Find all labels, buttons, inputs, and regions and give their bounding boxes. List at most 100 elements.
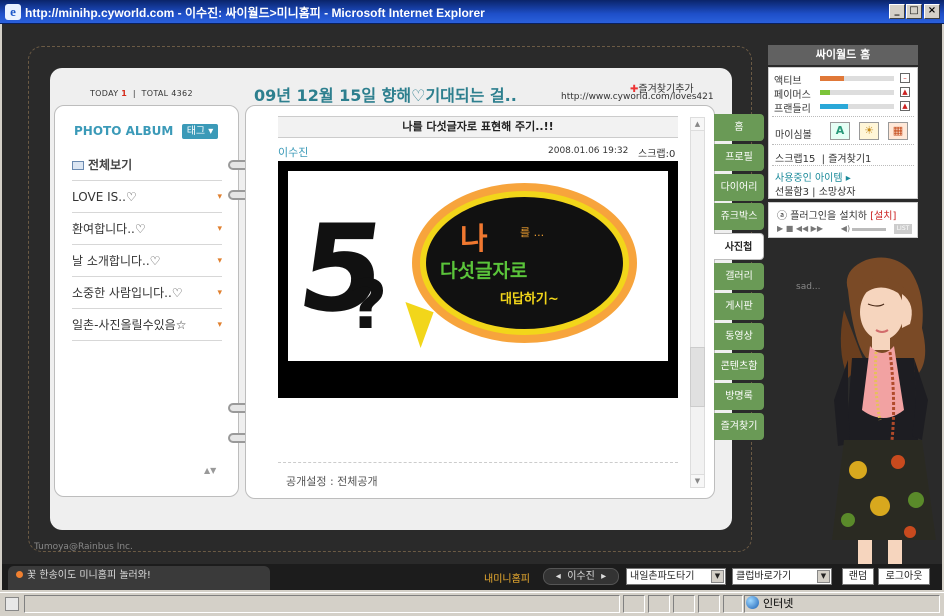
post-date: 2008.01.06 19:32: [548, 146, 629, 156]
next-icon[interactable]: ▶▶: [811, 224, 823, 233]
page-headline: 09년 12월 15일 향해♡기대되는 걸..: [254, 86, 517, 105]
album-folder[interactable]: 소중한 사람입니다..♡ ▾: [72, 277, 222, 309]
scroll-thumb[interactable]: [690, 347, 705, 407]
up-arrow-icon[interactable]: ▲: [900, 101, 910, 111]
chevron-down-icon: ▾: [217, 256, 222, 266]
tab-board[interactable]: 게시판: [714, 293, 764, 320]
status-cell: [673, 595, 695, 613]
tab-favorites[interactable]: 즐겨찾기: [714, 413, 764, 440]
ie-icon: e: [5, 4, 21, 20]
copyright-text: Tumoya@Rainbus Inc.: [34, 542, 133, 552]
using-items-link[interactable]: 사용중인 아이템 ▸: [775, 169, 851, 184]
close-button[interactable]: ×: [924, 4, 940, 19]
tab-diary[interactable]: 다이어리: [714, 174, 764, 201]
club-shortcut-select[interactable]: 클럽바로가기 ▼: [732, 568, 832, 585]
photo-text-line3: 대답하기~: [500, 292, 559, 307]
minus-icon[interactable]: –: [900, 73, 910, 83]
chevron-down-icon[interactable]: ▼: [817, 570, 830, 583]
album-folder[interactable]: 일촌-사진올릴수있음☆ ▾: [72, 309, 222, 341]
post-scrollbar[interactable]: [690, 117, 705, 488]
volume-slider[interactable]: [852, 228, 886, 231]
maximize-button[interactable]: □: [906, 4, 922, 19]
today-label: TODAY: [90, 89, 119, 98]
total-count: 4362: [171, 89, 193, 98]
miniroom-character-illustration: [832, 257, 936, 564]
divider: [772, 116, 914, 117]
install-button[interactable]: [설치]: [870, 211, 896, 222]
playlist-button[interactable]: LIST: [894, 224, 912, 234]
ilchon-wave-select[interactable]: 내일촌파도타기 ▼: [626, 568, 726, 585]
globe-icon: [746, 596, 759, 609]
visibility-setting: 공개설정 : 전체공개: [286, 475, 378, 488]
divider: [278, 462, 678, 463]
notice-text[interactable]: 꽃 한송이도 미니홈피 놀러와!: [16, 566, 151, 581]
visitor-counter: TODAY 1 | TOTAL 4362: [90, 89, 193, 98]
window-title: http://minihp.cyworld.com - 이수진: 싸이월드>미니…: [25, 6, 485, 20]
music-player-controls[interactable]: ▶ ■ ◀◀ ▶▶ ◀): [777, 224, 850, 233]
my-minihompy-link[interactable]: 내미니홈피: [484, 570, 530, 585]
photo-text-na: 나: [460, 222, 488, 257]
chevron-down-icon: ▾: [217, 288, 222, 298]
mood-text: sad...: [796, 282, 821, 292]
random-button[interactable]: 랜덤: [842, 568, 874, 585]
scrap-favorites[interactable]: 스크랩15 | 즐겨찾기1: [775, 150, 871, 165]
tag-dropdown-button[interactable]: 태그 ▾: [182, 124, 218, 139]
tab-contents[interactable]: 콘텐츠함: [714, 353, 764, 380]
chevron-down-icon[interactable]: ▼: [711, 570, 724, 583]
today-count: 1: [121, 89, 128, 98]
chevron-down-icon: ▾: [217, 224, 222, 234]
tab-gallery[interactable]: 갤러리: [714, 263, 764, 290]
cyworld-home-button[interactable]: 싸이월드 홈: [768, 45, 918, 65]
folder-icon: [72, 161, 84, 170]
symbol-building-icon[interactable]: ▦: [888, 122, 908, 140]
status-cell: [648, 595, 670, 613]
tab-photo-album[interactable]: 사진첩: [714, 233, 764, 260]
tab-jukebox[interactable]: 쥬크박스: [714, 203, 764, 230]
scrap-count[interactable]: 스크랩:0: [638, 145, 675, 160]
scroll-up-icon[interactable]: ▲: [690, 117, 705, 131]
stat-active-label: 액티브: [774, 76, 802, 87]
chevron-down-icon: ▾: [217, 192, 222, 202]
photo-text-reul: 를 ...: [520, 226, 545, 239]
symbol-a-icon[interactable]: A: [830, 122, 850, 140]
tab-profile[interactable]: 프로필: [714, 144, 764, 171]
album-view-all[interactable]: 전체보기: [72, 149, 222, 181]
prev-icon[interactable]: ◀◀: [796, 224, 808, 233]
gift-wish-links[interactable]: 선물함3 | 소망상자: [775, 183, 856, 198]
volume-icon: ◀): [840, 224, 851, 233]
scroll-down-icon[interactable]: ▼: [690, 474, 705, 488]
album-folder[interactable]: 날 소개합니다..♡ ▾: [72, 245, 222, 277]
stat-active-bar: [820, 76, 894, 81]
play-icon[interactable]: ▶: [777, 224, 783, 233]
tab-guestbook[interactable]: 방명록: [714, 383, 764, 410]
chevron-right-icon[interactable]: ▸: [601, 571, 606, 582]
post-title: 나를 다섯글자로 표현해 주기..!!: [278, 116, 678, 138]
album-folder[interactable]: LOVE IS..♡ ▾: [72, 181, 222, 213]
photo-album-title: PHOTO ALBUM: [74, 124, 174, 138]
scroll-arrows-icon[interactable]: ▲▼: [204, 466, 216, 475]
stat-famous-label: 페이머스: [774, 90, 811, 101]
plugin-install-text: ⓐ 플러그인을 설치하 [설치]: [777, 211, 897, 222]
owner-navigator[interactable]: ◂ 이수진 ▸: [543, 568, 619, 585]
photo-text-question: ?: [348, 266, 388, 345]
divider: [772, 144, 914, 145]
divider: [772, 165, 914, 166]
stat-famous-bar: [820, 90, 894, 95]
my-symbol-label: 마이심볼: [775, 130, 812, 141]
chevron-left-icon[interactable]: ◂: [556, 571, 561, 582]
tab-home[interactable]: 홈: [714, 114, 764, 141]
logout-button[interactable]: 로그아웃: [878, 568, 930, 585]
stat-friendly-label: 프랜들리: [774, 104, 811, 115]
status-cell: [623, 595, 645, 613]
stop-icon[interactable]: ■: [786, 224, 794, 233]
status-cell: [723, 595, 743, 613]
chevron-down-icon: ▾: [217, 320, 222, 330]
tab-video[interactable]: 동영상: [714, 323, 764, 350]
minimize-button[interactable]: _: [889, 4, 905, 19]
home-url: http://www.cyworld.com/loves421: [561, 92, 714, 102]
total-label: TOTAL: [141, 89, 169, 98]
post-author[interactable]: 이수진: [278, 144, 308, 160]
symbol-lion-icon[interactable]: ☀: [859, 122, 879, 140]
album-folder[interactable]: 환여합니다..♡ ▾: [72, 213, 222, 245]
up-arrow-icon[interactable]: ▲: [900, 87, 910, 97]
